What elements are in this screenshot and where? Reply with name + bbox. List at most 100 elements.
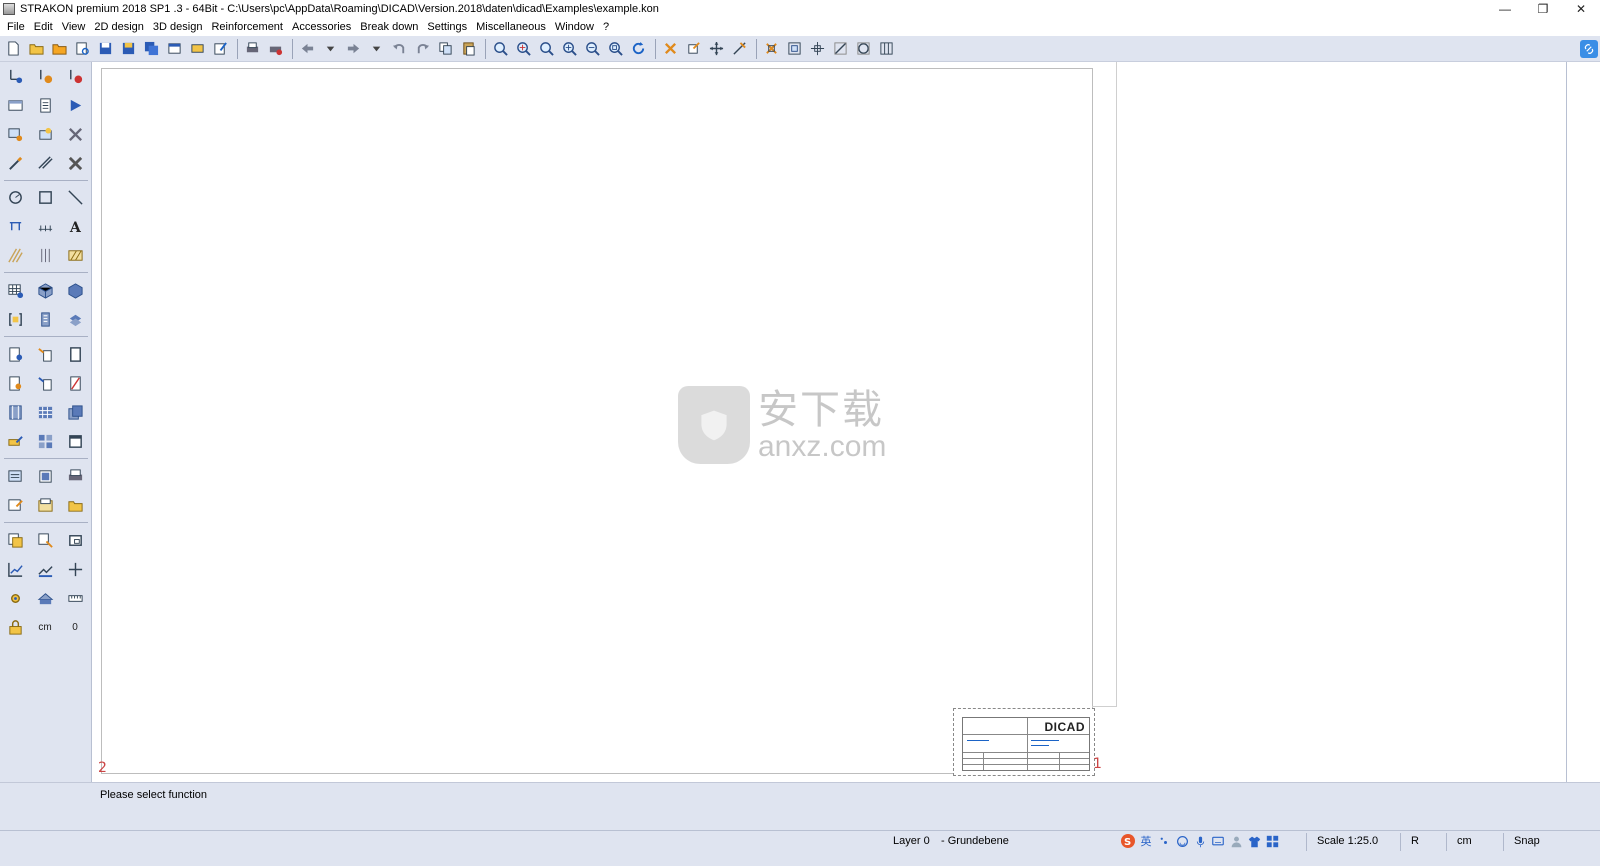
ime-microphone-icon[interactable] [1192, 833, 1208, 849]
snap-circle-icon[interactable] [853, 38, 874, 59]
bracket-icon[interactable] [0, 307, 30, 333]
menu-file[interactable]: File [4, 21, 31, 33]
stack-icon[interactable] [60, 400, 90, 426]
sheet-blank-icon[interactable] [60, 342, 90, 368]
rectangle-icon[interactable] [30, 185, 60, 211]
rebar-modify-icon[interactable] [30, 64, 60, 90]
dimension-icon[interactable] [0, 214, 30, 240]
status-snap[interactable]: Snap [1514, 835, 1540, 847]
zoom-in-icon[interactable] [559, 38, 580, 59]
hatch-lines-icon[interactable] [0, 243, 30, 269]
zoom-out-icon[interactable] [582, 38, 603, 59]
save-all-icon[interactable] [141, 38, 162, 59]
play-arrow-icon[interactable] [60, 93, 90, 119]
snap-line-icon[interactable] [830, 38, 851, 59]
unit-label[interactable]: cm [30, 615, 60, 641]
bending-folder-icon[interactable] [60, 493, 90, 519]
ime-punctuation-icon[interactable] [1156, 833, 1172, 849]
sheet-move-icon[interactable] [30, 371, 60, 397]
snap-grid-icon[interactable] [876, 38, 897, 59]
paste-icon[interactable] [458, 38, 479, 59]
modify-icon[interactable] [683, 38, 704, 59]
sheet-frame-icon[interactable] [60, 528, 90, 554]
line-icon[interactable] [60, 185, 90, 211]
table-icon[interactable] [0, 278, 30, 304]
menu-break-down[interactable]: Break down [357, 21, 424, 33]
sheet-edit-icon[interactable] [0, 342, 30, 368]
trim-icon[interactable] [30, 151, 60, 177]
graph-icon[interactable] [0, 557, 30, 583]
menu-window[interactable]: Window [552, 21, 600, 33]
back-dropdown-icon[interactable] [320, 38, 341, 59]
grid-table-icon[interactable] [30, 400, 60, 426]
insert-sheet-icon[interactable] [30, 528, 60, 554]
building-icon[interactable] [30, 307, 60, 333]
open-icon[interactable] [26, 38, 47, 59]
snap-cross-icon[interactable] [761, 38, 782, 59]
ime-user-icon[interactable] [1228, 833, 1244, 849]
terrain-icon[interactable] [30, 557, 60, 583]
menu-reinforcement[interactable]: Reinforcement [208, 21, 289, 33]
redo-icon[interactable] [412, 38, 433, 59]
ime-keyboard-icon[interactable] [1210, 833, 1226, 849]
delete-x-icon[interactable] [60, 151, 90, 177]
list-export-icon[interactable] [0, 464, 30, 490]
move-icon[interactable] [706, 38, 727, 59]
status-layer-name[interactable]: - Grundebene [941, 835, 1009, 847]
hatch-area-icon[interactable] [60, 243, 90, 269]
edit-icon[interactable] [210, 38, 231, 59]
frame-icon[interactable] [187, 38, 208, 59]
bending-list-icon[interactable] [30, 493, 60, 519]
copy-sheet-icon[interactable] [0, 528, 30, 554]
menu-2d-design[interactable]: 2D design [91, 21, 150, 33]
preview-icon[interactable] [72, 38, 93, 59]
lock-icon[interactable] [0, 615, 30, 641]
circle-icon[interactable] [0, 185, 30, 211]
delete-icon[interactable] [660, 38, 681, 59]
open-folder-icon[interactable] [49, 38, 70, 59]
snap-center-icon[interactable] [807, 38, 828, 59]
list-print-icon[interactable] [60, 464, 90, 490]
cube-solid-icon[interactable] [60, 278, 90, 304]
grid-lines-icon[interactable] [30, 243, 60, 269]
back-arrow-icon[interactable] [297, 38, 318, 59]
print-setup-icon[interactable] [265, 38, 286, 59]
element-group-icon[interactable] [30, 429, 60, 455]
new-icon[interactable] [3, 38, 24, 59]
menu-view[interactable]: View [59, 21, 92, 33]
menu-edit[interactable]: Edit [31, 21, 59, 33]
refresh-icon[interactable] [628, 38, 649, 59]
ime-grid-icon[interactable] [1264, 833, 1280, 849]
zoom-all-icon[interactable] [605, 38, 626, 59]
zoom-realtime-icon[interactable] [513, 38, 534, 59]
undo-icon[interactable] [389, 38, 410, 59]
zoom-previous-icon[interactable] [536, 38, 557, 59]
cube-icon[interactable] [30, 278, 60, 304]
zoom-window-icon[interactable] [490, 38, 511, 59]
element-edit-icon[interactable] [0, 429, 30, 455]
crosshair-icon[interactable] [60, 557, 90, 583]
minimize-button[interactable]: — [1486, 0, 1524, 18]
status-mode[interactable]: R [1411, 835, 1419, 847]
window-icon[interactable] [164, 38, 185, 59]
drawing-canvas[interactable]: 安下载 anxz.com DICAD 2 1 [93, 62, 1567, 782]
menu-settings[interactable]: Settings [424, 21, 473, 33]
menu-accessories[interactable]: Accessories [289, 21, 357, 33]
print-icon[interactable] [242, 38, 263, 59]
list-view-icon[interactable] [30, 464, 60, 490]
wall-icon[interactable] [0, 400, 30, 426]
bending-schedule-icon[interactable] [0, 493, 30, 519]
menu-help[interactable]: ? [600, 21, 615, 33]
tools-icon[interactable] [60, 122, 90, 148]
drawing-frame-icon[interactable] [0, 93, 30, 119]
close-button[interactable]: ✕ [1562, 0, 1600, 18]
save-as-icon[interactable] [118, 38, 139, 59]
forward-arrow-icon[interactable] [343, 38, 364, 59]
brush-icon[interactable] [0, 151, 30, 177]
components-icon[interactable] [60, 307, 90, 333]
plot-layout-icon[interactable] [30, 93, 60, 119]
gear-icon[interactable] [0, 586, 30, 612]
rebar-delete-icon[interactable] [60, 64, 90, 90]
sheet-diagonal-icon[interactable] [60, 371, 90, 397]
status-layer[interactable]: Layer 0 [893, 835, 930, 847]
